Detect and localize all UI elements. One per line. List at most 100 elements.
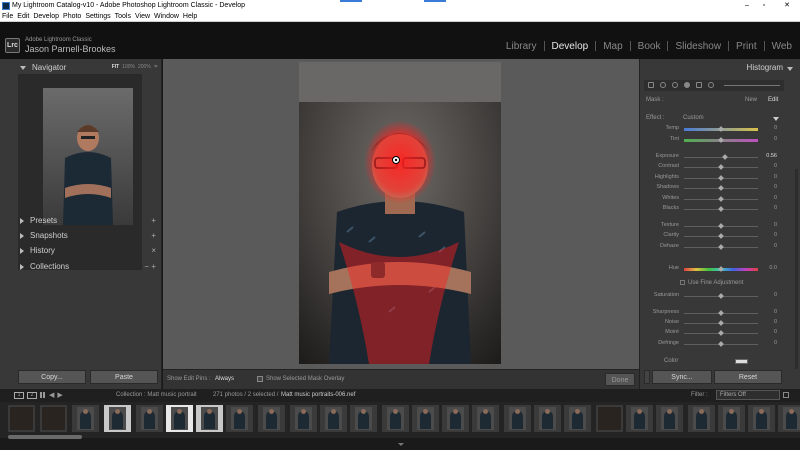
collections-actions[interactable]: − + [144, 262, 156, 271]
done-button[interactable]: Done [605, 373, 635, 386]
color-swatch[interactable] [735, 359, 748, 364]
slider-value[interactable]: 0 [763, 136, 777, 142]
filmstrip-thumbnail[interactable] [40, 405, 67, 432]
filmstrip-thumbnail[interactable] [290, 405, 317, 432]
slider-whites[interactable]: Whites 0 [640, 195, 780, 205]
slider-value[interactable]: 0 [763, 309, 777, 315]
zoom-fit[interactable]: FIT [112, 61, 120, 74]
slider-thumb[interactable] [718, 341, 724, 347]
filmstrip-thumbnail[interactable] [104, 405, 131, 432]
menu-window[interactable]: Window [152, 12, 181, 22]
filmstrip-thumbnail[interactable] [136, 405, 163, 432]
slider-shadows[interactable]: Shadows 0 [640, 184, 780, 194]
minimize-button[interactable]: – [740, 0, 754, 12]
filmstrip-thumbnail[interactable] [656, 405, 683, 432]
slider-track[interactable] [684, 157, 758, 158]
filmstrip-thumbnail[interactable] [718, 405, 745, 432]
slider-thumb[interactable] [718, 244, 724, 250]
slider-value[interactable]: 0.56 [763, 153, 777, 159]
show-edit-pins-select[interactable]: Always [215, 376, 234, 382]
module-slideshow[interactable]: Slideshow [675, 41, 721, 52]
filmstrip-thumbnail[interactable] [196, 405, 223, 432]
slider-thumb[interactable] [718, 206, 724, 212]
slider-blacks[interactable]: Blacks 0 [640, 205, 780, 215]
main-photo[interactable] [299, 62, 501, 364]
module-map[interactable]: Map [603, 41, 622, 52]
filmstrip-scrollbar[interactable] [8, 435, 82, 439]
filmstrip-thumbnail[interactable] [72, 405, 99, 432]
filmstrip-thumbnail[interactable] [534, 405, 561, 432]
menu-help[interactable]: Help [181, 12, 199, 22]
add-preset-icon[interactable]: + [151, 216, 156, 225]
bottom-panel-toggle-icon[interactable] [398, 443, 404, 446]
slider-value[interactable]: 0 [763, 205, 777, 211]
menu-tools[interactable]: Tools [113, 12, 133, 22]
module-book[interactable]: Book [638, 41, 661, 52]
slider-thumb[interactable] [718, 320, 724, 326]
slider-thumb[interactable] [718, 330, 724, 336]
slider-exposure[interactable]: Exposure 0.56 [640, 153, 780, 163]
slider-noise[interactable]: Noise 0 [640, 319, 780, 329]
grid-view-icon[interactable] [40, 392, 46, 398]
slider-texture[interactable]: Texture 0 [640, 222, 780, 232]
filmstrip-thumbnail[interactable] [564, 405, 591, 432]
clear-history-icon[interactable]: × [151, 246, 156, 255]
filmstrip-thumbnail[interactable] [226, 405, 253, 432]
zoom-200[interactable]: 200% [138, 61, 151, 74]
slider-value[interactable]: 0.0 [763, 265, 777, 271]
slider-value[interactable]: 0 [763, 243, 777, 249]
slider-value[interactable]: 0 [763, 184, 777, 190]
module-web[interactable]: Web [772, 41, 792, 52]
filmstrip-thumbnail[interactable] [350, 405, 377, 432]
filmstrip-thumbnail[interactable] [442, 405, 469, 432]
filmstrip-thumbnail[interactable] [412, 405, 439, 432]
filmstrip-thumbnail[interactable] [748, 405, 775, 432]
close-button[interactable]: ✕ [780, 0, 794, 12]
paste-button[interactable]: Paste [90, 370, 158, 384]
history-header[interactable]: History × [18, 244, 162, 257]
slider-contrast[interactable]: Contrast 0 [640, 163, 780, 173]
filmstrip-thumbnail[interactable] [596, 405, 623, 432]
filmstrip-thumbnail[interactable] [626, 405, 653, 432]
image-canvas[interactable] [163, 59, 639, 369]
filmstrip-thumbnail[interactable] [8, 405, 35, 432]
filter-lock-icon[interactable] [783, 392, 789, 398]
module-library[interactable]: Library [506, 41, 537, 52]
navigator-header[interactable]: Navigator FIT 100% 200% ≑ [0, 61, 162, 74]
slider-clarity[interactable]: Clarity 0 [640, 232, 780, 242]
menu-develop[interactable]: Develop [31, 12, 61, 22]
slider-thumb[interactable] [718, 223, 724, 229]
slider-thumb[interactable] [722, 154, 729, 160]
fine-adjustment-row[interactable]: Use Fine Adjustment [680, 280, 743, 286]
slider-value[interactable]: 0 [763, 319, 777, 325]
reset-button[interactable]: Reset [714, 370, 782, 384]
slider-thumb[interactable] [718, 185, 724, 191]
right-panel-scrollbar[interactable] [795, 169, 798, 369]
menu-file[interactable]: File [0, 12, 15, 22]
sync-button[interactable]: Sync... [652, 370, 712, 384]
slider-value[interactable]: 0 [763, 174, 777, 180]
filmstrip-thumbnail[interactable] [258, 405, 285, 432]
slider-moir[interactable]: Moiré 0 [640, 329, 780, 339]
slider-value[interactable]: 0 [763, 222, 777, 228]
copy-button[interactable]: Copy... [18, 370, 86, 384]
monitor-1-icon[interactable]: 1 [14, 391, 24, 399]
filmstrip-thumbnail[interactable] [382, 405, 409, 432]
slider-value[interactable]: 0 [763, 340, 777, 346]
slider-thumb[interactable] [718, 293, 724, 299]
menu-view[interactable]: View [133, 12, 152, 22]
slider-hue[interactable]: Hue 0.0 [640, 265, 780, 275]
slider-thumb[interactable] [718, 175, 724, 181]
navigator-preview[interactable] [43, 88, 133, 225]
collections-header[interactable]: Collections − + [18, 260, 162, 273]
menu-settings[interactable]: Settings [83, 12, 112, 22]
slider-value[interactable]: 0 [763, 232, 777, 238]
sync-toggle[interactable] [644, 370, 650, 384]
filmstrip-thumbnail[interactable] [504, 405, 531, 432]
fine-adjustment-checkbox[interactable] [680, 280, 685, 285]
filmstrip-thumbnail[interactable] [472, 405, 499, 432]
slider-value[interactable]: 0 [763, 292, 777, 298]
slider-saturation[interactable]: Saturation 0 [640, 292, 780, 302]
forward-arrow-icon[interactable]: ▶ [57, 391, 62, 399]
collection-source[interactable]: Collection : Matt music portrait [116, 392, 197, 398]
